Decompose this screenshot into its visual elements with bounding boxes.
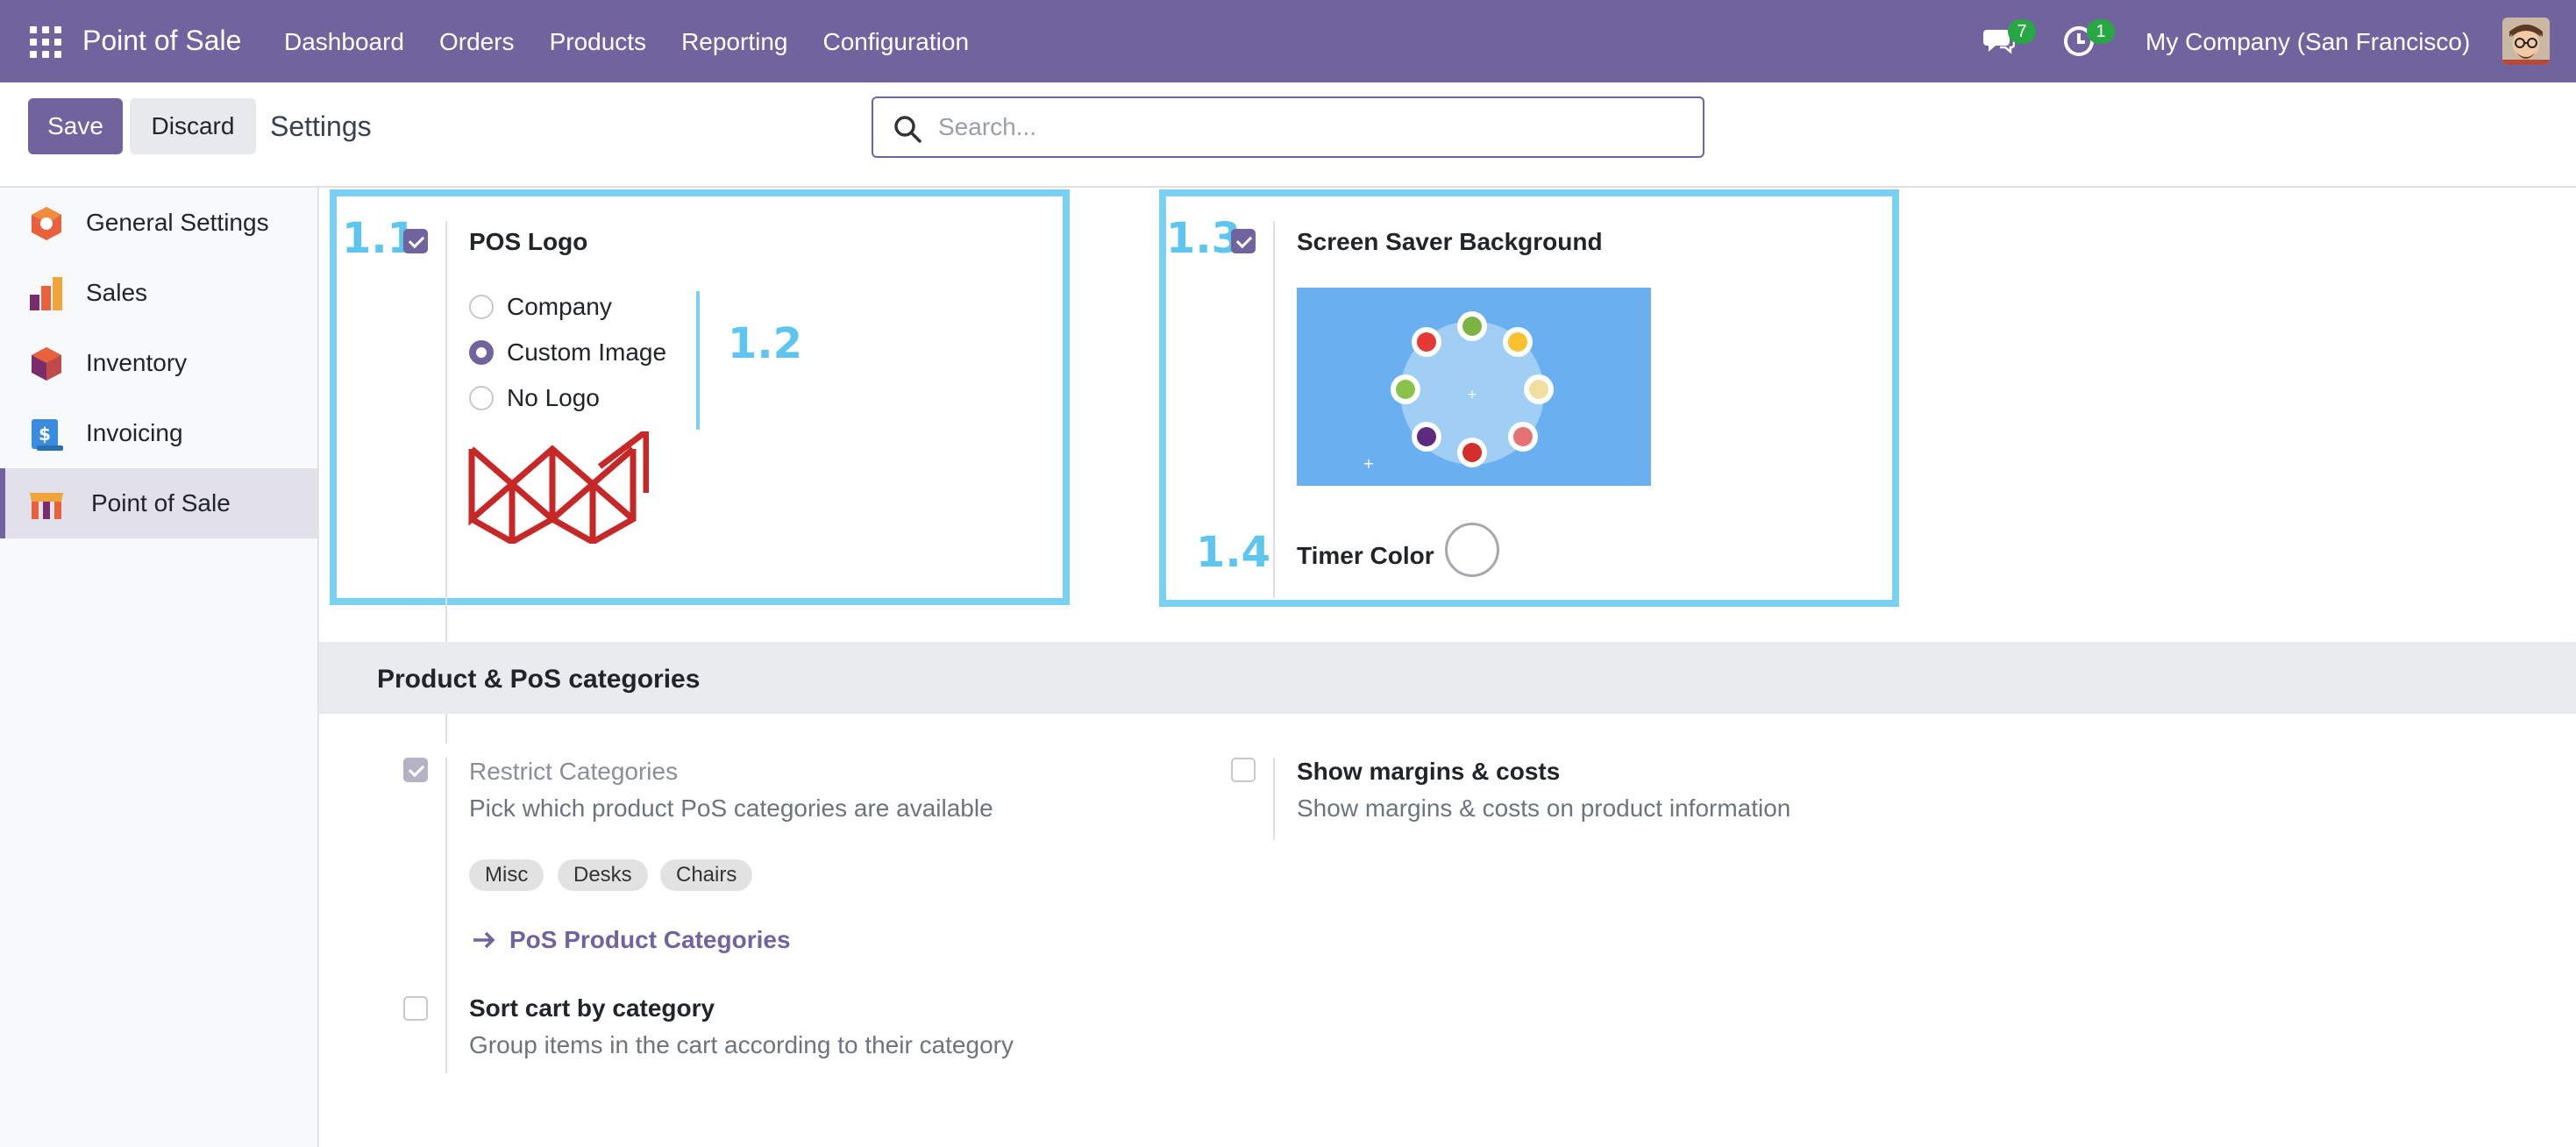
sidebar-item-point-of-sale[interactable]: Point of Sale — [0, 468, 317, 538]
sort-cart-title: Sort cart by category — [469, 994, 715, 1022]
radio-no-logo-label[interactable]: No Logo — [507, 384, 600, 412]
category-tag-desks[interactable]: Desks — [558, 859, 648, 891]
avatar-face-icon — [2502, 18, 2550, 65]
pos-logo-checkbox[interactable] — [403, 229, 428, 253]
screen-saver-checkbox[interactable] — [1231, 229, 1256, 253]
category-tag-chairs[interactable]: Chairs — [660, 859, 753, 891]
show-margins-title: Show margins & costs — [1297, 758, 1561, 785]
svg-text:+: + — [1363, 455, 1374, 472]
invoicing-icon: $ — [32, 419, 63, 451]
arrow-right-icon — [473, 931, 495, 949]
divider — [445, 991, 447, 1073]
control-panel: Save Discard Settings — [0, 82, 2576, 188]
sidebar-item-label: Point of Sale — [91, 489, 231, 517]
sidebar-item-invoicing[interactable]: $ Invoicing — [0, 398, 317, 468]
section-header: Product & PoS categories — [319, 642, 2576, 714]
apps-menu-icon[interactable] — [30, 26, 61, 58]
divider — [1273, 758, 1275, 840]
settings-sidebar: General Settings Sales Inventory $ Invoi… — [0, 188, 319, 1147]
chat-count-badge: 7 — [2008, 19, 2036, 44]
svg-text:$: $ — [39, 424, 51, 445]
annotation-label: 1.4 — [1196, 528, 1271, 577]
restrict-categories-desc: Pick which product PoS categories are av… — [469, 794, 993, 822]
radio-custom-image-label[interactable]: Custom Image — [507, 338, 666, 367]
sidebar-item-label: General Settings — [86, 209, 269, 236]
sidebar-item-label: Sales — [86, 279, 148, 306]
sidebar-item-sales[interactable]: Sales — [0, 258, 317, 328]
sidebar-item-general-settings[interactable]: General Settings — [0, 188, 317, 258]
discard-button[interactable]: Discard — [130, 98, 256, 154]
menu-reporting[interactable]: Reporting — [681, 28, 787, 56]
annotation-label: 1.3 — [1166, 214, 1242, 263]
top-navbar: Point of Sale Dashboard Orders Products … — [0, 0, 2576, 82]
restrict-categories-checkbox[interactable] — [403, 758, 428, 782]
sidebar-item-label: Inventory — [86, 349, 188, 376]
section-title: Product & PoS categories — [377, 665, 701, 694]
search-box[interactable] — [872, 96, 1704, 158]
svg-text:+: + — [1467, 388, 1477, 402]
screen-saver-image[interactable]: + + — [1297, 288, 1651, 486]
menu-orders[interactable]: Orders — [439, 28, 515, 56]
settings-content: 1.1 POS Logo Company Custom Image No Log… — [319, 188, 2576, 1147]
radio-company-label[interactable]: Company — [507, 293, 612, 321]
sales-icon — [30, 277, 62, 310]
company-switcher[interactable]: My Company (San Francisco) — [2145, 28, 2470, 56]
general-settings-icon — [32, 207, 61, 240]
save-button[interactable]: Save — [28, 98, 123, 154]
menu-dashboard[interactable]: Dashboard — [284, 28, 404, 56]
divider — [445, 758, 447, 991]
restrict-categories-title: Restrict Categories — [469, 758, 679, 785]
menu-configuration[interactable]: Configuration — [822, 28, 969, 56]
category-tag-misc[interactable]: Misc — [469, 859, 544, 891]
page-title: Settings — [270, 110, 372, 142]
inventory-icon — [32, 347, 61, 381]
radio-no-logo[interactable] — [469, 386, 494, 410]
pos-logo-title: POS Logo — [469, 228, 588, 255]
sort-cart-checkbox[interactable] — [403, 996, 428, 1021]
sidebar-item-label: Invoicing — [86, 419, 183, 446]
search-input[interactable] — [938, 107, 1683, 147]
highlight-box-pos-logo — [330, 189, 1070, 605]
show-margins-desc: Show margins & costs on product informat… — [1297, 794, 1791, 822]
timer-color-label: Timer Color — [1297, 542, 1434, 569]
pos-product-categories-link[interactable]: PoS Product Categories — [509, 926, 791, 954]
timer-color-picker[interactable] — [1445, 523, 1499, 577]
radio-custom-image[interactable] — [469, 340, 494, 365]
sidebar-item-inventory[interactable]: Inventory — [0, 328, 317, 398]
activity-count-badge: 1 — [2087, 19, 2115, 44]
main-menu: Dashboard Orders Products Reporting Conf… — [284, 28, 1004, 56]
app-brand[interactable]: Point of Sale — [82, 25, 241, 57]
custom-logo-image[interactable] — [468, 431, 649, 544]
screen-saver-title: Screen Saver Background — [1297, 228, 1603, 255]
point-of-sale-icon — [30, 493, 63, 519]
divider — [1273, 221, 1275, 598]
radio-company[interactable] — [469, 295, 494, 319]
menu-products[interactable]: Products — [550, 28, 647, 56]
sort-cart-desc: Group items in the cart according to the… — [469, 1031, 1014, 1058]
annotation-label: 1.2 — [728, 319, 803, 368]
show-margins-checkbox[interactable] — [1231, 758, 1256, 782]
search-icon — [894, 116, 922, 143]
user-avatar[interactable] — [2502, 18, 2550, 65]
annotation-bracket — [696, 291, 700, 430]
